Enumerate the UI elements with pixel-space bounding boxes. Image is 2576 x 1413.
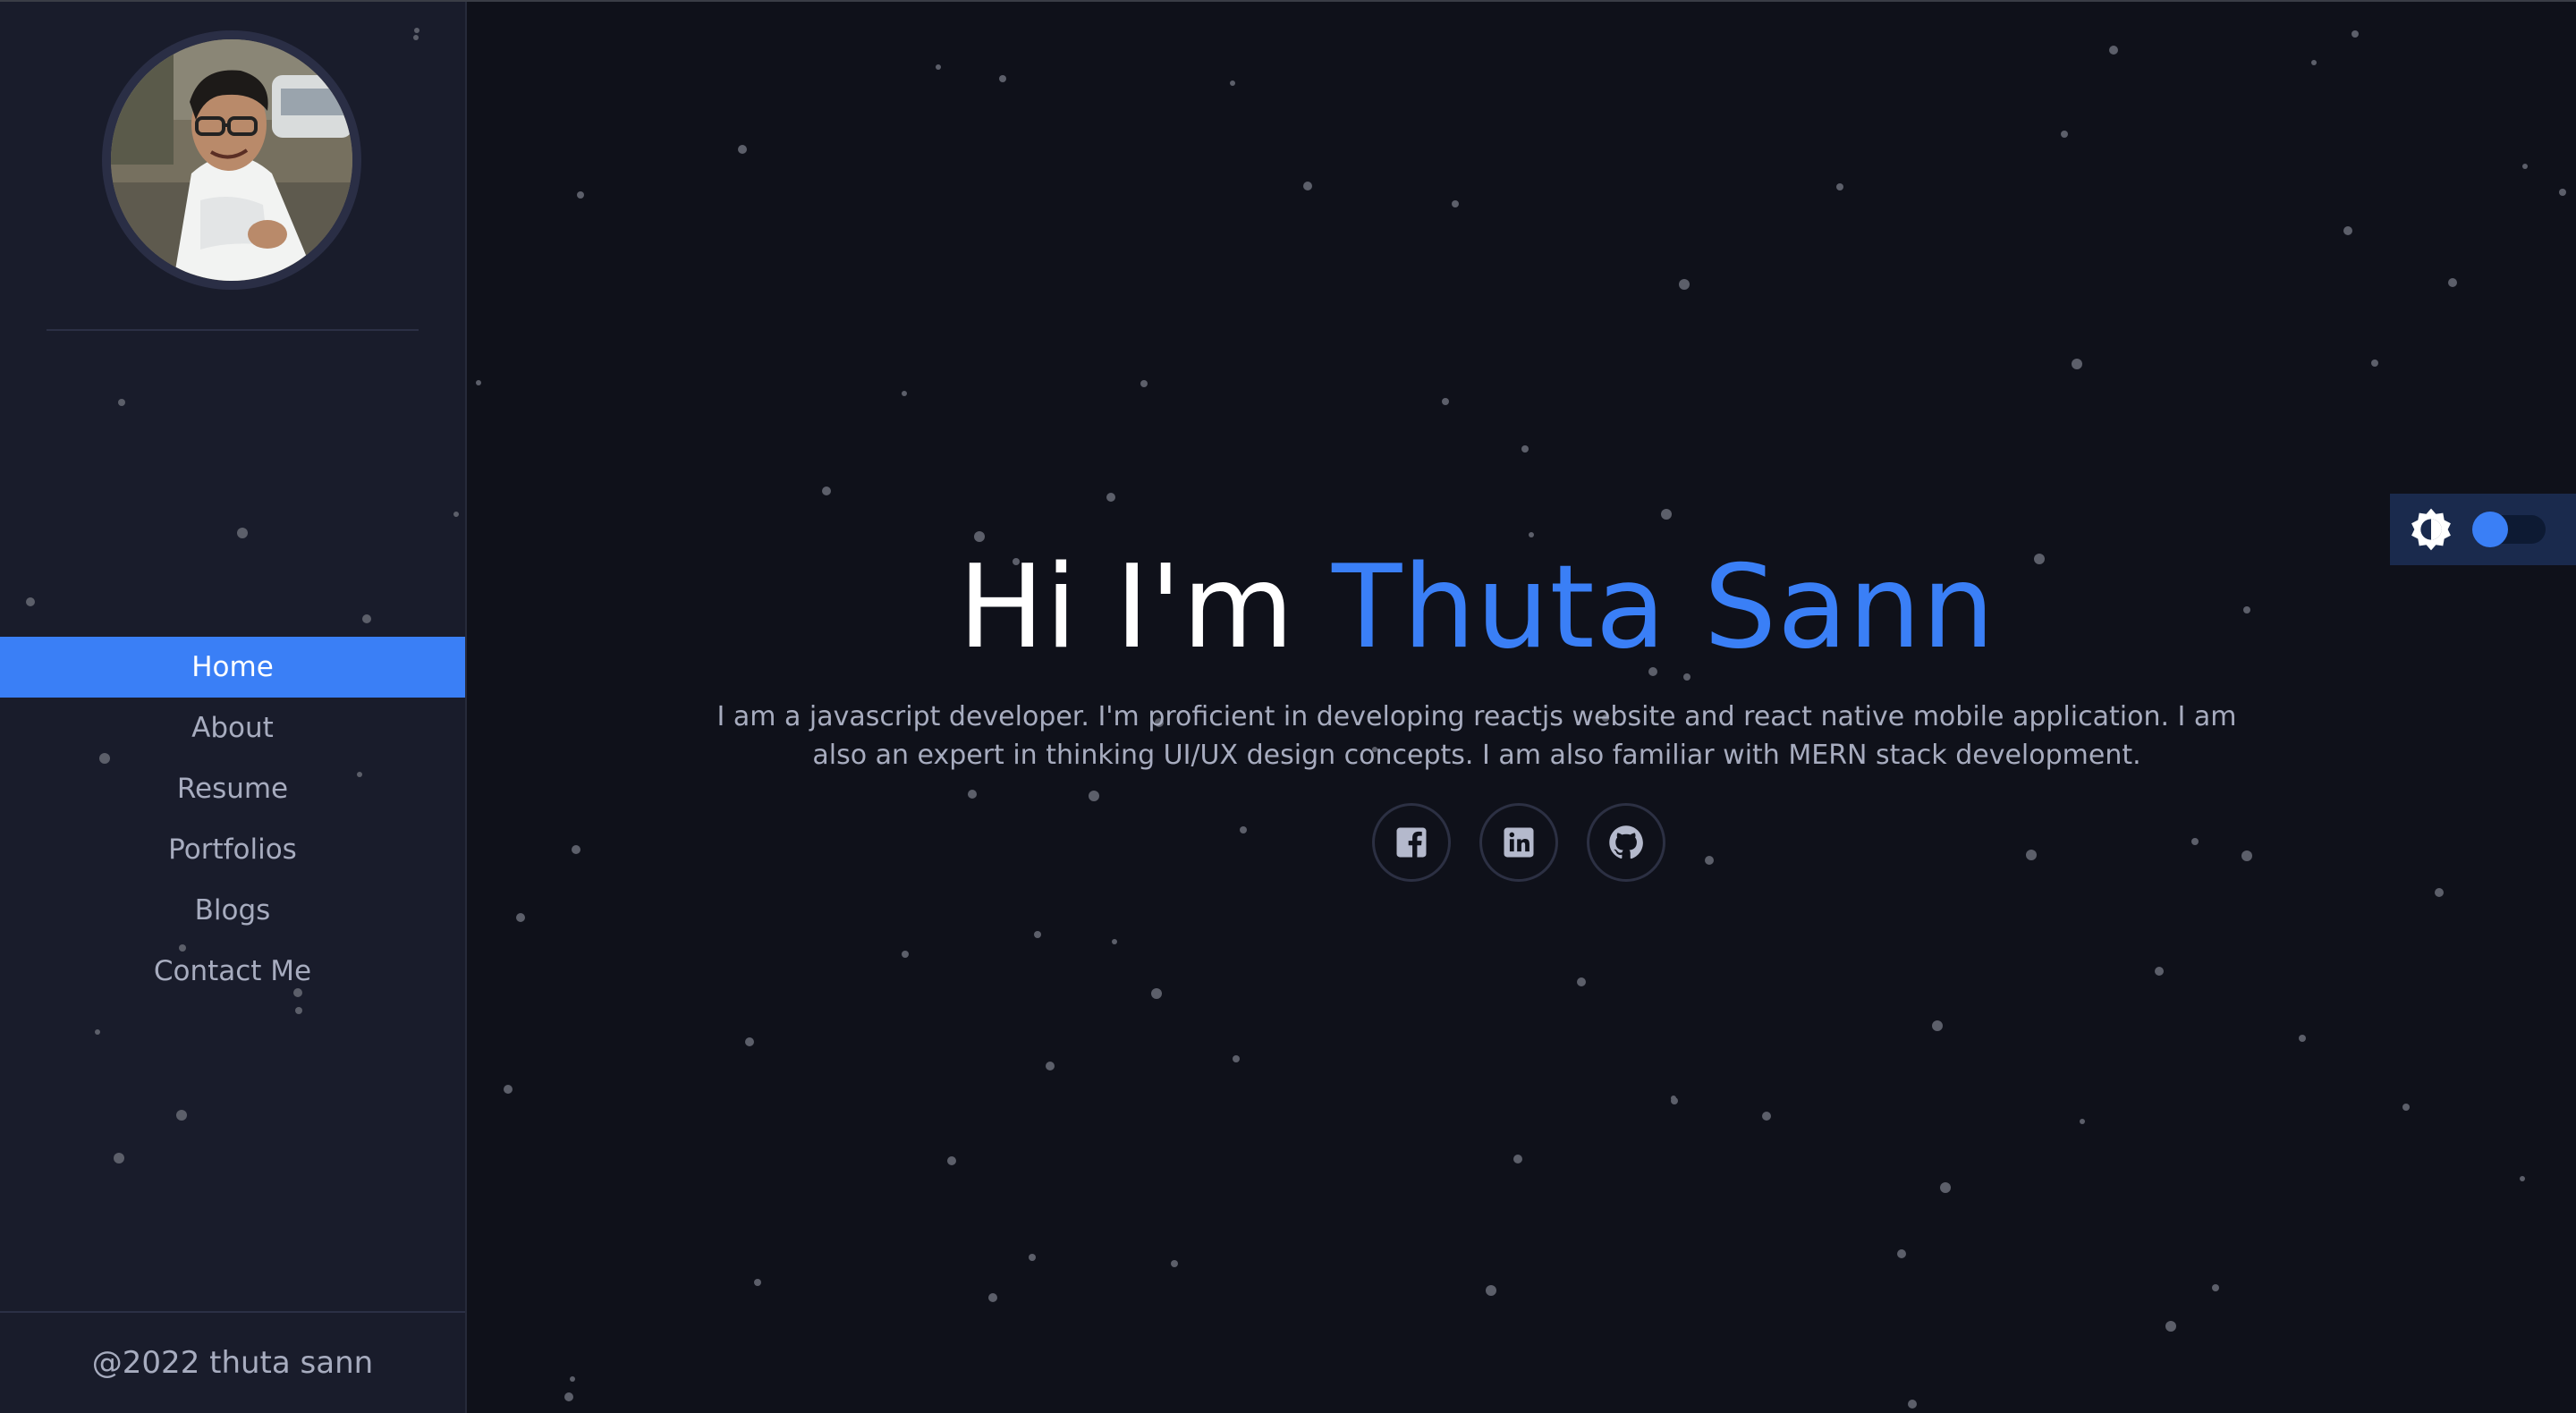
nav-blogs[interactable]: Blogs (0, 880, 465, 941)
switch-knob (2472, 512, 2508, 547)
github-icon (1609, 825, 1643, 859)
linkedin-link[interactable] (1479, 803, 1558, 882)
sidebar-nav: Home About Resume Portfolios Blogs Conta… (0, 637, 465, 1002)
hero-greeting: Hi I'm (958, 541, 1333, 674)
linkedin-icon (1504, 827, 1534, 858)
copyright-footer: @2022 thuta sann (0, 1311, 465, 1413)
nav-about[interactable]: About (0, 698, 465, 758)
window-top-border (0, 0, 2576, 2)
nav-contact-me[interactable]: Contact Me (0, 941, 465, 1002)
nav-resume[interactable]: Resume (0, 758, 465, 819)
dark-mode-switch[interactable] (2472, 512, 2546, 547)
theme-toggle-panel (2390, 494, 2576, 565)
facebook-icon (1396, 827, 1427, 858)
social-links (1372, 803, 1665, 882)
avatar (102, 30, 361, 290)
profile-photo (111, 39, 352, 281)
sidebar-divider (47, 329, 419, 331)
hero-name: Thuta Sann (1332, 541, 1996, 674)
hero-title: Hi I'm Thuta Sann (467, 537, 2576, 680)
facebook-link[interactable] (1372, 803, 1451, 882)
nav-portfolios[interactable]: Portfolios (0, 819, 465, 880)
sidebar: Home About Resume Portfolios Blogs Conta… (0, 0, 467, 1413)
hero-bio: I am a javascript developer. I'm profici… (716, 701, 2237, 771)
nav-home[interactable]: Home (0, 637, 465, 698)
hero-section: Hi I'm Thuta Sann I am a javascript deve… (467, 537, 2576, 774)
github-link[interactable] (1587, 803, 1665, 882)
brightness-icon[interactable] (2406, 504, 2456, 554)
